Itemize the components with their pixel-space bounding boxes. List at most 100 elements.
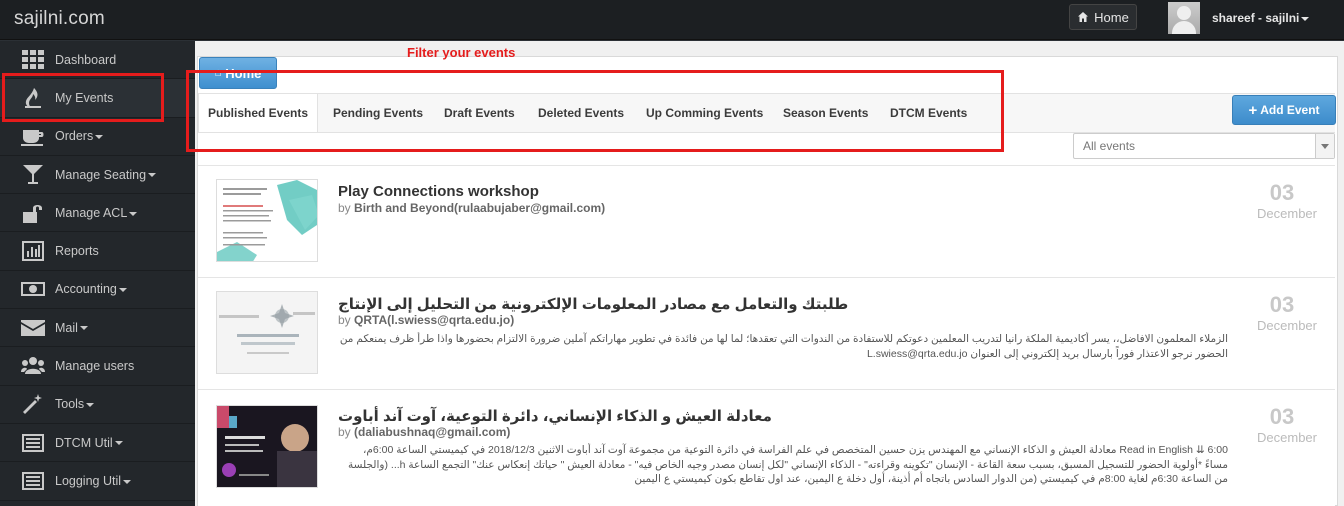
event-day: 03 bbox=[1269, 180, 1295, 205]
sidebar-item-dtcm-util[interactable]: DTCM Util bbox=[0, 424, 195, 463]
chevron-down-icon bbox=[1301, 16, 1310, 21]
event-image bbox=[217, 180, 317, 261]
by-prefix: by bbox=[338, 313, 351, 327]
top-navbar: sajilni.com Home shareef - sajilni bbox=[0, 0, 1344, 40]
event-thumbnail[interactable] bbox=[216, 179, 318, 262]
sidebar-item-my-events[interactable]: My Events bbox=[0, 79, 195, 118]
chevron-down-icon bbox=[123, 479, 132, 484]
sidebar-item-label: My Events bbox=[55, 90, 114, 105]
tab-label: Up Comming Events bbox=[646, 106, 764, 120]
sidebar-item-label: Accounting bbox=[55, 282, 117, 297]
event-title[interactable]: Play Connections workshop bbox=[338, 183, 539, 200]
event-image bbox=[217, 406, 317, 487]
add-event-button[interactable]: + Add Event bbox=[1232, 95, 1336, 125]
tab-published-events[interactable]: Published Events bbox=[198, 94, 318, 132]
sidebar-item-reports[interactable]: Reports bbox=[0, 232, 195, 271]
tab-label: Pending Events bbox=[333, 106, 424, 120]
tab-upcoming-events[interactable]: Up Comming Events bbox=[646, 94, 763, 132]
event-row[interactable]: طلبتك والتعامل مع مصادر المعلومات الإلكت… bbox=[198, 277, 1335, 387]
home-icon bbox=[1078, 12, 1089, 22]
tab-season-events[interactable]: Season Events bbox=[783, 94, 868, 132]
sidebar-item-label: Dashboard bbox=[55, 52, 117, 67]
sidebar-item-label: Reports bbox=[55, 244, 99, 259]
sidebar: Dashboard My Events Orders Manage Seatin… bbox=[0, 41, 195, 506]
sidebar-item-label: Manage users bbox=[55, 359, 135, 374]
event-thumbnail[interactable] bbox=[216, 405, 318, 488]
event-tabs: Published Events Pending Events Draft Ev… bbox=[198, 93, 1335, 133]
sidebar-item-orders[interactable]: Orders bbox=[0, 118, 195, 156]
event-title[interactable]: طلبتك والتعامل مع مصادر المعلومات الإلكت… bbox=[338, 295, 848, 313]
sidebar-item-label: Manage ACL bbox=[55, 205, 128, 220]
tab-pending-events[interactable]: Pending Events bbox=[333, 94, 423, 132]
sidebar-item-label: DTCM Util bbox=[55, 435, 113, 450]
event-month: December bbox=[1257, 318, 1317, 333]
organizer-name: QRTA bbox=[354, 313, 388, 327]
by-prefix: by bbox=[338, 425, 351, 439]
chevron-down-icon bbox=[79, 326, 88, 331]
glass-icon bbox=[20, 164, 46, 186]
brand-logo[interactable]: sajilni.com bbox=[14, 8, 105, 30]
by-prefix: by bbox=[338, 201, 351, 215]
tab-draft-events[interactable]: Draft Events bbox=[444, 94, 515, 132]
home-icon: ⌂ bbox=[214, 67, 222, 79]
wand-icon bbox=[20, 393, 46, 415]
event-filter-select[interactable]: All events bbox=[1073, 133, 1335, 159]
filter-value: All events bbox=[1083, 139, 1136, 153]
sidebar-item-label: Tools bbox=[55, 397, 85, 412]
event-organizer: by (daliabushnaq@gmail.com) bbox=[338, 425, 510, 439]
event-day: 03 bbox=[1269, 292, 1295, 317]
money-icon bbox=[20, 278, 46, 300]
organizer-name: Birth and Beyond bbox=[354, 201, 455, 215]
sidebar-item-mail[interactable]: Mail bbox=[0, 309, 195, 348]
event-organizer: by QRTA(l.swiess@qrta.edu.jo) bbox=[338, 313, 514, 327]
chevron-down-icon bbox=[1315, 134, 1334, 158]
main-content: ⌂ Home Published Events Pending Events D… bbox=[195, 41, 1344, 506]
sidebar-item-dashboard[interactable]: Dashboard bbox=[0, 41, 195, 80]
home-button-label: Home bbox=[1094, 9, 1129, 25]
sidebar-item-manage-seating[interactable]: Manage Seating bbox=[0, 156, 195, 195]
tab-label: DTCM Events bbox=[890, 106, 968, 120]
sidebar-item-manage-users[interactable]: Manage users bbox=[0, 347, 195, 386]
event-day: 03 bbox=[1269, 404, 1295, 429]
sidebar-item-label: Mail bbox=[55, 320, 78, 335]
sidebar-item-tools[interactable]: Tools bbox=[0, 386, 195, 424]
tab-label: Deleted Events bbox=[538, 106, 625, 120]
add-event-label: Add Event bbox=[1260, 103, 1320, 117]
users-icon bbox=[20, 355, 46, 377]
chevron-down-icon bbox=[95, 134, 104, 139]
event-title[interactable]: معادلة العيش و الذكاء الإنساني، دائرة ال… bbox=[338, 407, 772, 425]
event-thumbnail[interactable] bbox=[216, 291, 318, 374]
tab-label: Draft Events bbox=[444, 106, 515, 120]
event-row[interactable]: Play Connections workshop by Birth and B… bbox=[198, 165, 1335, 269]
sidebar-item-accounting[interactable]: Accounting bbox=[0, 271, 195, 310]
chevron-down-icon bbox=[114, 441, 123, 446]
cup-icon bbox=[20, 125, 46, 147]
event-description: Read in English ⇊ 6:00 معادلة العيش و ال… bbox=[348, 444, 1228, 485]
grid-icon bbox=[20, 49, 46, 71]
sidebar-item-logging-util[interactable]: Logging Util bbox=[0, 462, 195, 501]
list-icon bbox=[20, 432, 46, 454]
tab-deleted-events[interactable]: Deleted Events bbox=[538, 94, 624, 132]
event-description: الزملاء المعلمون الافاضل،، يسر أكاديمية … bbox=[339, 333, 1228, 360]
tab-label: Season Events bbox=[783, 106, 869, 120]
breadcrumb-home[interactable]: ⌂ Home bbox=[199, 57, 277, 89]
home-button[interactable]: Home bbox=[1069, 4, 1137, 30]
tab-dtcm-events[interactable]: DTCM Events bbox=[890, 94, 967, 132]
bar-chart-icon bbox=[20, 240, 46, 262]
user-menu[interactable]: shareef - sajilni bbox=[1168, 2, 1310, 34]
tab-label: Published Events bbox=[207, 106, 309, 120]
avatar bbox=[1168, 2, 1200, 34]
event-row[interactable]: معادلة العيش و الذكاء الإنساني، دائرة ال… bbox=[198, 389, 1335, 506]
filter-annotation-label: Filter your events bbox=[407, 45, 516, 60]
sidebar-item-manage-acl[interactable]: Manage ACL bbox=[0, 194, 195, 233]
event-month: December bbox=[1257, 430, 1317, 445]
event-image bbox=[217, 292, 317, 373]
plus-icon: + bbox=[1248, 101, 1258, 119]
sidebar-item-label: Orders bbox=[55, 129, 94, 144]
lock-icon bbox=[20, 202, 46, 224]
event-month: December bbox=[1257, 206, 1317, 221]
organizer-email: (rulaabujaber@gmail.com) bbox=[454, 201, 606, 215]
flame-icon bbox=[20, 87, 46, 109]
breadcrumb-home-label: Home bbox=[225, 65, 262, 81]
sidebar-item-label: Manage Seating bbox=[55, 167, 147, 182]
